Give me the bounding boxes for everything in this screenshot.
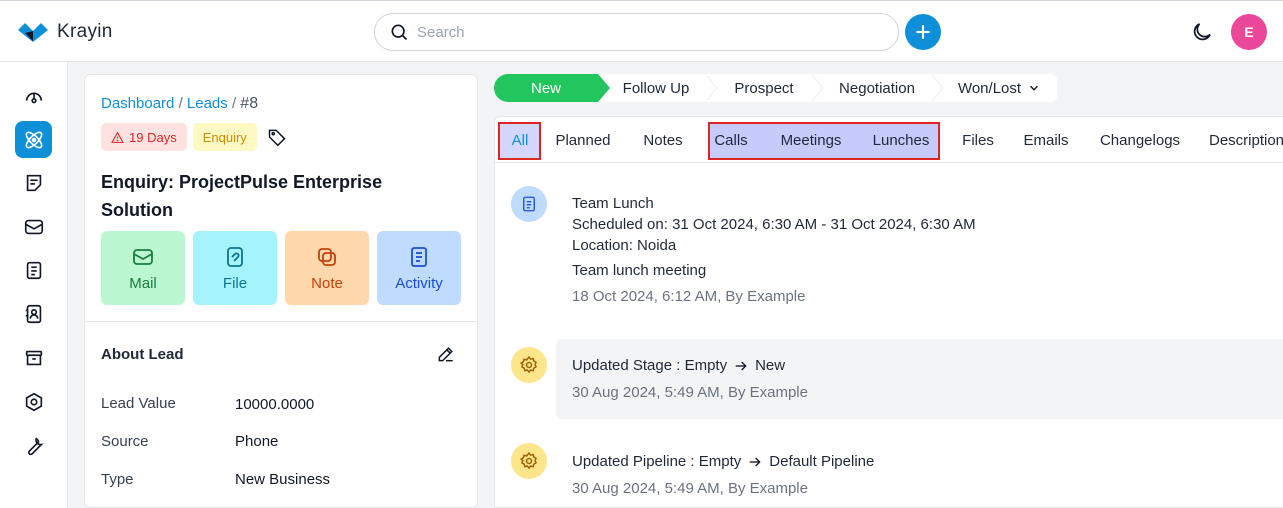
- activity-panel: All Planned Notes Calls Meetings Lunches…: [494, 116, 1283, 508]
- sidebar-item-settings[interactable]: [15, 383, 52, 420]
- lead-detail-card: Dashboard / Leads / #8 19 Days Enquiry E…: [84, 74, 478, 508]
- tab-calls[interactable]: Calls: [711, 123, 751, 157]
- stage-follow-up[interactable]: Follow Up: [598, 74, 718, 102]
- mail-button[interactable]: Mail: [101, 231, 185, 305]
- sidebar-item-mail[interactable]: [15, 208, 52, 245]
- mail-icon: [133, 248, 153, 265]
- lead-title: Enquiry: ProjectPulse Enterprise Solutio…: [101, 172, 383, 220]
- file-button[interactable]: File: [193, 231, 277, 305]
- about-lead-heading: About Lead: [101, 346, 184, 363]
- edit-icon[interactable]: [436, 344, 456, 364]
- stage-negotiation[interactable]: Negotiation: [810, 74, 944, 102]
- sidebar-item-contacts[interactable]: [15, 295, 52, 332]
- attr-label-source: Source: [101, 433, 149, 450]
- activity-location: Location: Noida: [572, 237, 677, 254]
- search-icon: [391, 24, 408, 41]
- tab-notes[interactable]: Notes: [637, 123, 689, 157]
- stage-prospect[interactable]: Prospect: [704, 74, 824, 102]
- stage-won-lost[interactable]: Won/Lost: [930, 74, 1057, 102]
- activity-meta: 30 Aug 2024, 5:49 AM, By Example: [572, 384, 808, 401]
- tab-changelogs[interactable]: Changelogs: [1097, 123, 1183, 157]
- gear-icon: [519, 355, 538, 374]
- activity-type-icon: [511, 347, 547, 383]
- activity-comment: Team lunch meeting: [572, 262, 707, 279]
- contacts-icon: [25, 304, 41, 323]
- activity-meta: 30 Aug 2024, 5:49 AM, By Example: [572, 480, 808, 497]
- dark-mode-toggle-icon[interactable]: [1190, 20, 1214, 44]
- attr-value-lead-value: 10000.0000: [235, 396, 315, 413]
- activity-type-icon: [511, 443, 547, 479]
- sidebar-item-configuration[interactable]: [15, 427, 52, 464]
- breadcrumb: Dashboard / Leads / #8: [101, 95, 259, 112]
- plus-icon: [916, 25, 930, 39]
- products-icon: [25, 350, 42, 365]
- attr-value-source: Phone: [235, 433, 279, 450]
- breadcrumb-dashboard[interactable]: Dashboard: [101, 95, 174, 112]
- sidebar-item-dashboard[interactable]: [15, 78, 52, 115]
- sidebar-item-leads[interactable]: [15, 121, 52, 158]
- tab-emails[interactable]: Emails: [1021, 123, 1071, 157]
- rotten-days-badge: 19 Days: [101, 123, 187, 151]
- settings-icon: [25, 392, 42, 411]
- attr-label-type: Type: [101, 471, 134, 488]
- activity-title: Updated Pipeline : Empty Default Pipelin…: [572, 453, 875, 470]
- quick-create-button[interactable]: [905, 14, 941, 50]
- top-header: Krayin E: [0, 0, 1283, 62]
- note-icon: [318, 247, 336, 266]
- quotes-icon: [26, 174, 41, 191]
- tab-planned[interactable]: Planned: [551, 123, 615, 157]
- stage-new[interactable]: New: [494, 74, 610, 102]
- arrow-right-icon: [749, 457, 761, 466]
- activity-meta: 18 Oct 2024, 6:12 AM, By Example: [572, 288, 806, 305]
- activity-button[interactable]: Activity: [377, 231, 461, 305]
- divider: [85, 321, 477, 322]
- tab-all[interactable]: All: [501, 123, 539, 157]
- lead-action-buttons: Mail File Note Activity: [101, 231, 461, 305]
- krayin-logo-icon: [18, 23, 48, 42]
- user-avatar[interactable]: E: [1231, 14, 1267, 50]
- pipeline-stages: New Follow Up Prospect Negotiation Won/L…: [494, 74, 1057, 102]
- activity-schedule: Scheduled on: 31 Oct 2024, 6:30 AM - 31 …: [572, 216, 976, 233]
- attr-label-lead-value: Lead Value: [101, 395, 176, 412]
- activity-title: Updated Stage : Empty New: [572, 357, 786, 374]
- chevron-down-icon: [1030, 85, 1039, 91]
- wrench-icon: [27, 436, 44, 455]
- file-icon: [227, 246, 243, 267]
- tag-icon[interactable]: [267, 127, 287, 147]
- activity-highlight-box: [556, 339, 1283, 419]
- clipboard-icon: [523, 196, 535, 212]
- activity-icon: [411, 246, 427, 267]
- mail-icon: [24, 219, 43, 234]
- note-button[interactable]: Note: [285, 231, 369, 305]
- sidebar: [0, 62, 68, 508]
- activity-tabs: All Planned Notes Calls Meetings Lunches…: [495, 117, 1283, 163]
- warning-icon: [111, 131, 124, 143]
- tab-meetings[interactable]: Meetings: [775, 123, 847, 157]
- arrow-right-icon: [735, 361, 747, 370]
- lead-tags: 19 Days Enquiry: [101, 123, 287, 151]
- leads-icon: [25, 131, 42, 148]
- activities-icon: [26, 261, 41, 279]
- tab-description[interactable]: Description: [1209, 123, 1283, 157]
- app-logo[interactable]: Krayin: [17, 21, 113, 43]
- sidebar-item-activities[interactable]: [15, 251, 52, 288]
- activity-type-icon: [511, 186, 547, 222]
- sidebar-item-quotes[interactable]: [15, 164, 52, 201]
- breadcrumb-current: #8: [240, 95, 259, 112]
- activity-title: Team Lunch: [572, 195, 654, 212]
- search-bar[interactable]: [374, 13, 899, 51]
- lead-type-tag: Enquiry: [192, 123, 257, 151]
- search-input[interactable]: [417, 23, 857, 41]
- gear-icon: [519, 451, 538, 470]
- logo-text: Krayin: [57, 21, 113, 42]
- dashboard-icon: [25, 92, 42, 103]
- tab-files[interactable]: Files: [959, 123, 997, 157]
- attr-value-type: New Business: [235, 471, 331, 488]
- breadcrumb-leads[interactable]: Leads: [187, 95, 228, 112]
- sidebar-item-products[interactable]: [15, 339, 52, 376]
- tab-lunches[interactable]: Lunches: [869, 123, 933, 157]
